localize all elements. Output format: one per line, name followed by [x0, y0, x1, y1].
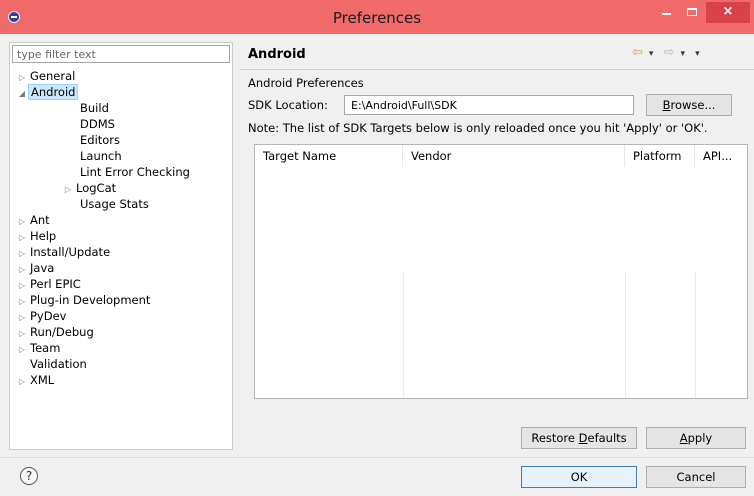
apply-mnemonic: A: [679, 431, 688, 445]
tree-item[interactable]: ◢ Android: [16, 84, 79, 102]
restore-defaults-button[interactable]: Restore Defaults: [521, 427, 637, 449]
tree-item[interactable]: DDMS: [62, 116, 117, 132]
column-divider: [695, 271, 696, 398]
tree-item[interactable]: ▷ Help: [16, 228, 58, 244]
page-header: Android ⇦ ▾ ⇨ ▾ ▾: [240, 42, 754, 68]
tree-item-label: Launch: [80, 149, 122, 163]
close-icon: ×: [722, 4, 734, 19]
tree-item[interactable]: ▷ PyDev: [16, 308, 68, 324]
tree-item-label: Build: [80, 101, 109, 115]
tree-item-label: Ant: [30, 213, 50, 227]
page-title: Android: [248, 47, 306, 62]
tree-item[interactable]: ▷ Plug-in Development: [16, 292, 152, 308]
tree-item[interactable]: Launch: [62, 148, 124, 164]
tree-item-label: Plug-in Development: [30, 293, 151, 307]
tree-item-label: Java: [30, 261, 55, 275]
cancel-button[interactable]: Cancel: [646, 466, 746, 488]
browse-button[interactable]: Browse...: [646, 94, 732, 116]
sdk-location-label: SDK Location:: [248, 98, 328, 112]
tree-item[interactable]: ▷ Team: [16, 340, 62, 356]
tree-item-label: General: [30, 69, 76, 83]
view-menu-icon[interactable]: ▾: [695, 49, 700, 59]
tree-item[interactable]: Build: [62, 100, 111, 116]
column-api[interactable]: API...: [695, 145, 747, 167]
tree-item[interactable]: Lint Error Checking: [62, 164, 192, 180]
minimize-button[interactable]: [654, 2, 678, 23]
tree-item[interactable]: ▷ Install/Update: [16, 244, 112, 260]
tree-item[interactable]: ▷ General: [16, 68, 77, 84]
header-divider: [240, 69, 754, 70]
maximize-button[interactable]: [680, 2, 704, 23]
tree-item-label: Team: [30, 341, 61, 355]
tree-item[interactable]: ▷ Run/Debug: [16, 324, 96, 340]
history-navigation: ⇦ ▾ ⇨ ▾ ▾: [632, 45, 706, 60]
sdk-targets-note: Note: The list of SDK Targets below is o…: [248, 121, 708, 135]
tree-item-label: XML: [30, 373, 55, 387]
forward-arrow-icon[interactable]: ⇨: [664, 45, 675, 60]
close-button[interactable]: ×: [706, 2, 750, 23]
forward-menu-icon[interactable]: ▾: [680, 49, 685, 59]
help-icon[interactable]: ?: [20, 467, 38, 485]
tree-item[interactable]: ▷ Java: [16, 260, 56, 276]
tree-item-label: Run/Debug: [30, 325, 94, 339]
column-divider: [625, 271, 626, 398]
tree-item-label: LogCat: [76, 181, 117, 195]
apply-button[interactable]: Apply: [646, 427, 746, 449]
restore-suffix: efaults: [587, 431, 627, 445]
title-bar: Preferences ×: [0, 0, 754, 34]
tree-item[interactable]: ▷ XML: [16, 372, 56, 388]
collapse-arrow-icon[interactable]: ◢: [16, 86, 28, 102]
preferences-tree-panel: ▷General◢AndroidBuildDDMSEditorsLaunchLi…: [9, 42, 233, 450]
restore-prefix: Restore: [531, 431, 579, 445]
back-arrow-icon[interactable]: ⇦: [632, 45, 643, 60]
sdk-targets-table[interactable]: Target Name Vendor Platform API...: [254, 144, 748, 399]
column-vendor[interactable]: Vendor: [403, 145, 625, 167]
back-menu-icon[interactable]: ▾: [649, 49, 654, 59]
tree-item-label: Install/Update: [30, 245, 111, 259]
tree-item[interactable]: ▷ Ant: [16, 212, 52, 228]
tree-item-label: Perl EPIC: [30, 277, 81, 291]
tree-item-label: DDMS: [80, 117, 115, 131]
tree-item-label: PyDev: [30, 309, 67, 323]
tree-item-label: Editors: [80, 133, 121, 147]
tree-item[interactable]: ▷ LogCat: [62, 180, 118, 196]
column-target-name[interactable]: Target Name: [255, 145, 403, 167]
column-platform[interactable]: Platform: [625, 145, 695, 167]
ok-button[interactable]: OK: [521, 466, 637, 488]
maximize-icon: [687, 7, 697, 16]
tree-item[interactable]: ▷ Perl EPIC: [16, 276, 83, 292]
minimize-icon: [661, 12, 671, 15]
tree-item-label: Help: [30, 229, 57, 243]
window-title: Preferences: [332, 9, 422, 27]
tree-item[interactable]: Usage Stats: [62, 196, 151, 212]
section-label: Android Preferences: [248, 76, 364, 90]
tree-item-label: Validation: [30, 357, 87, 371]
tree-item[interactable]: Editors: [62, 132, 122, 148]
sdk-location-input[interactable]: [344, 95, 634, 115]
column-divider: [403, 271, 404, 398]
tree-item-label: Lint Error Checking: [80, 165, 190, 179]
restore-mnemonic: D: [578, 431, 588, 445]
filter-input[interactable]: [12, 45, 230, 63]
tree-item-label: Android: [28, 84, 79, 100]
expand-arrow-icon[interactable]: ▷: [16, 374, 28, 390]
apply-suffix: pply: [687, 431, 713, 445]
tree-item[interactable]: Validation: [16, 356, 89, 372]
footer-divider: [0, 457, 754, 458]
browse-label: rowse...: [670, 98, 716, 112]
tree-item-label: Usage Stats: [80, 197, 149, 211]
